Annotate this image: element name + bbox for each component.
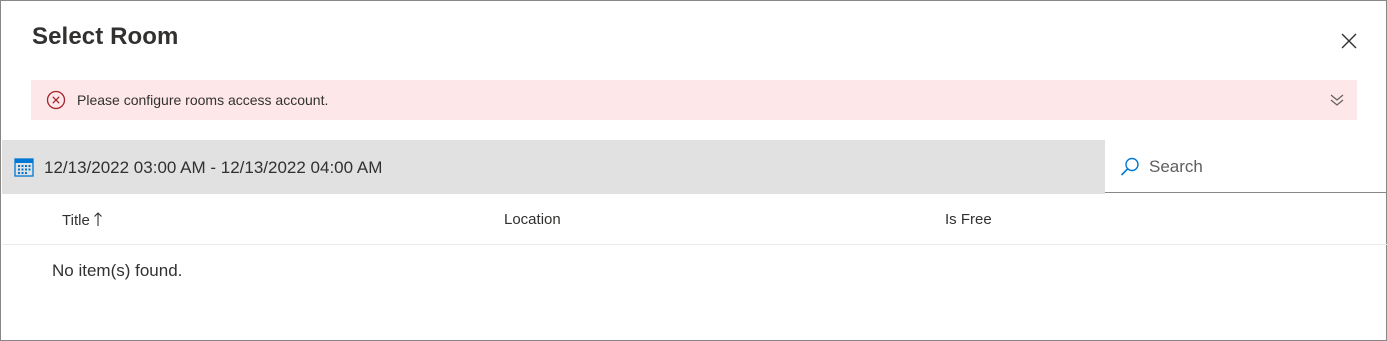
column-header-is-free[interactable]: Is Free	[945, 211, 992, 228]
search-icon	[1120, 157, 1139, 176]
empty-state-message: No item(s) found.	[52, 261, 183, 280]
error-message-text: Please configure rooms access account.	[77, 92, 329, 108]
column-header-title[interactable]: Title	[62, 211, 103, 229]
search-input[interactable]: Search	[1149, 157, 1203, 177]
close-icon	[1341, 33, 1357, 49]
column-header-location[interactable]: Location	[504, 211, 561, 228]
calendar-icon	[14, 158, 34, 177]
select-room-dialog: Select Room Please configure rooms acces…	[0, 0, 1387, 341]
dialog-title: Select Room	[32, 23, 179, 50]
error-circle-icon	[46, 90, 66, 110]
close-button[interactable]	[1337, 29, 1361, 53]
table-header-row: Title Location Is Free	[2, 195, 1387, 245]
sort-ascending-icon	[93, 212, 102, 226]
double-chevron-down-icon[interactable]	[1327, 90, 1347, 110]
date-range-toolbar[interactable]: 12/13/2022 03:00 AM - 12/13/2022 04:00 A…	[2, 140, 1105, 194]
search-box[interactable]: Search	[1105, 140, 1386, 193]
column-header-label: Title	[62, 212, 90, 229]
date-range-text[interactable]: 12/13/2022 03:00 AM - 12/13/2022 04:00 A…	[44, 158, 382, 178]
error-message-bar: Please configure rooms access account.	[31, 80, 1357, 120]
